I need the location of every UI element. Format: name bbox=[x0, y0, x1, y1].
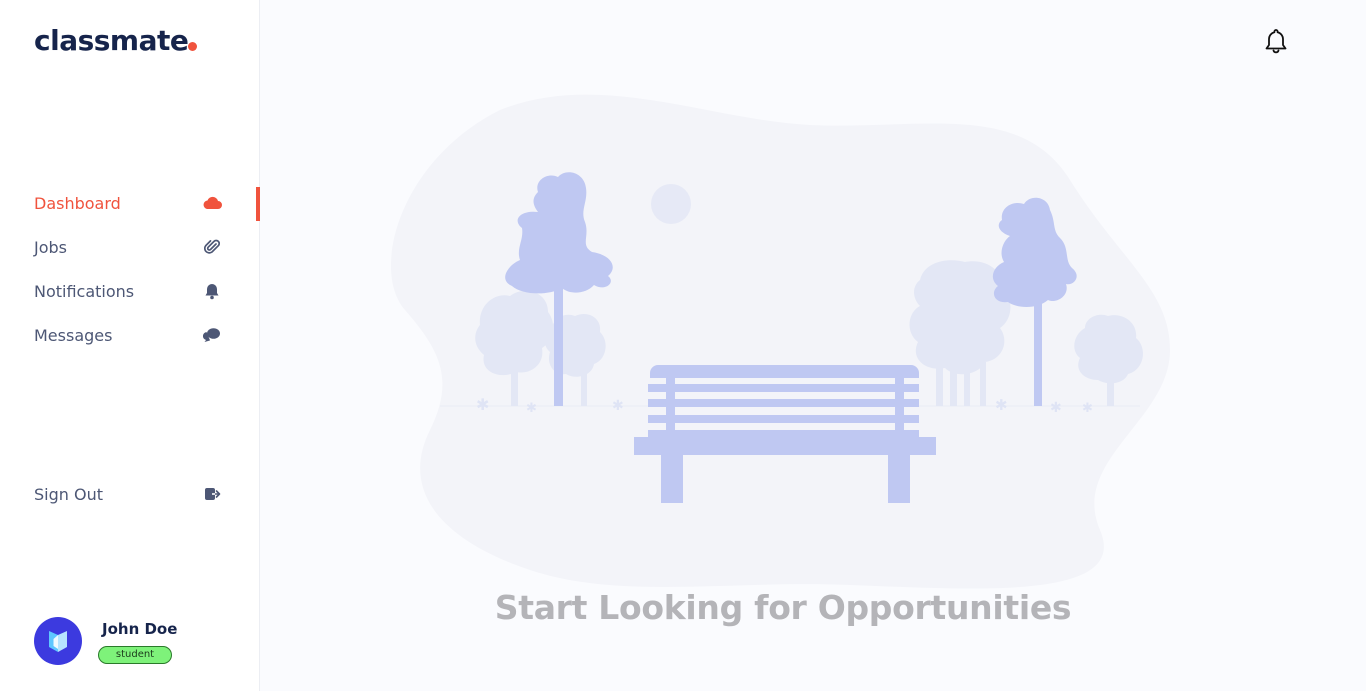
svg-text:✱: ✱ bbox=[1050, 400, 1062, 416]
empty-state-message: Start Looking for Opportunities bbox=[494, 588, 1072, 627]
avatar bbox=[34, 617, 82, 665]
chat-icon bbox=[202, 325, 222, 345]
shield-logo-icon bbox=[49, 631, 67, 652]
signout-section: Sign Out bbox=[0, 472, 260, 516]
sign-out-icon bbox=[202, 484, 222, 504]
user-name: John Doe bbox=[102, 620, 178, 638]
svg-text:✱: ✱ bbox=[476, 395, 489, 414]
bell-icon bbox=[1265, 29, 1287, 54]
sidebar: classmate Dashboard Jobs Notifications M… bbox=[0, 0, 260, 691]
nav-item-jobs[interactable]: Jobs bbox=[0, 225, 260, 269]
main-nav: Dashboard Jobs Notifications Messages bbox=[0, 181, 260, 357]
user-profile[interactable]: John Doe student bbox=[34, 617, 234, 667]
nav-item-notifications[interactable]: Notifications bbox=[0, 269, 260, 313]
bell-icon bbox=[202, 281, 222, 301]
svg-text:✱: ✱ bbox=[526, 401, 537, 416]
role-badge: student bbox=[98, 646, 172, 664]
nav-item-dashboard[interactable]: Dashboard bbox=[0, 181, 260, 225]
nav-item-label: Notifications bbox=[34, 281, 135, 301]
svg-text:✱: ✱ bbox=[1082, 401, 1093, 416]
active-indicator bbox=[256, 187, 260, 221]
svg-text:✱: ✱ bbox=[612, 398, 624, 414]
svg-text:✱: ✱ bbox=[995, 396, 1008, 414]
nav-item-label: Messages bbox=[34, 325, 113, 345]
nav-item-label: Dashboard bbox=[34, 193, 121, 213]
sign-out-button[interactable]: Sign Out bbox=[0, 472, 260, 516]
cloud-icon bbox=[202, 193, 222, 213]
brand-logo-dot bbox=[188, 42, 197, 51]
nav-item-label: Jobs bbox=[34, 237, 67, 257]
empty-state-illustration: ✱ ✱ ✱ ✱ ✱ ✱ bbox=[390, 94, 1170, 589]
header-notifications-button[interactable] bbox=[1261, 26, 1291, 56]
nav-item-messages[interactable]: Messages bbox=[0, 313, 260, 357]
brand-logo[interactable]: classmate bbox=[34, 24, 189, 57]
sign-out-label: Sign Out bbox=[34, 484, 103, 504]
paperclip-icon bbox=[202, 237, 222, 257]
